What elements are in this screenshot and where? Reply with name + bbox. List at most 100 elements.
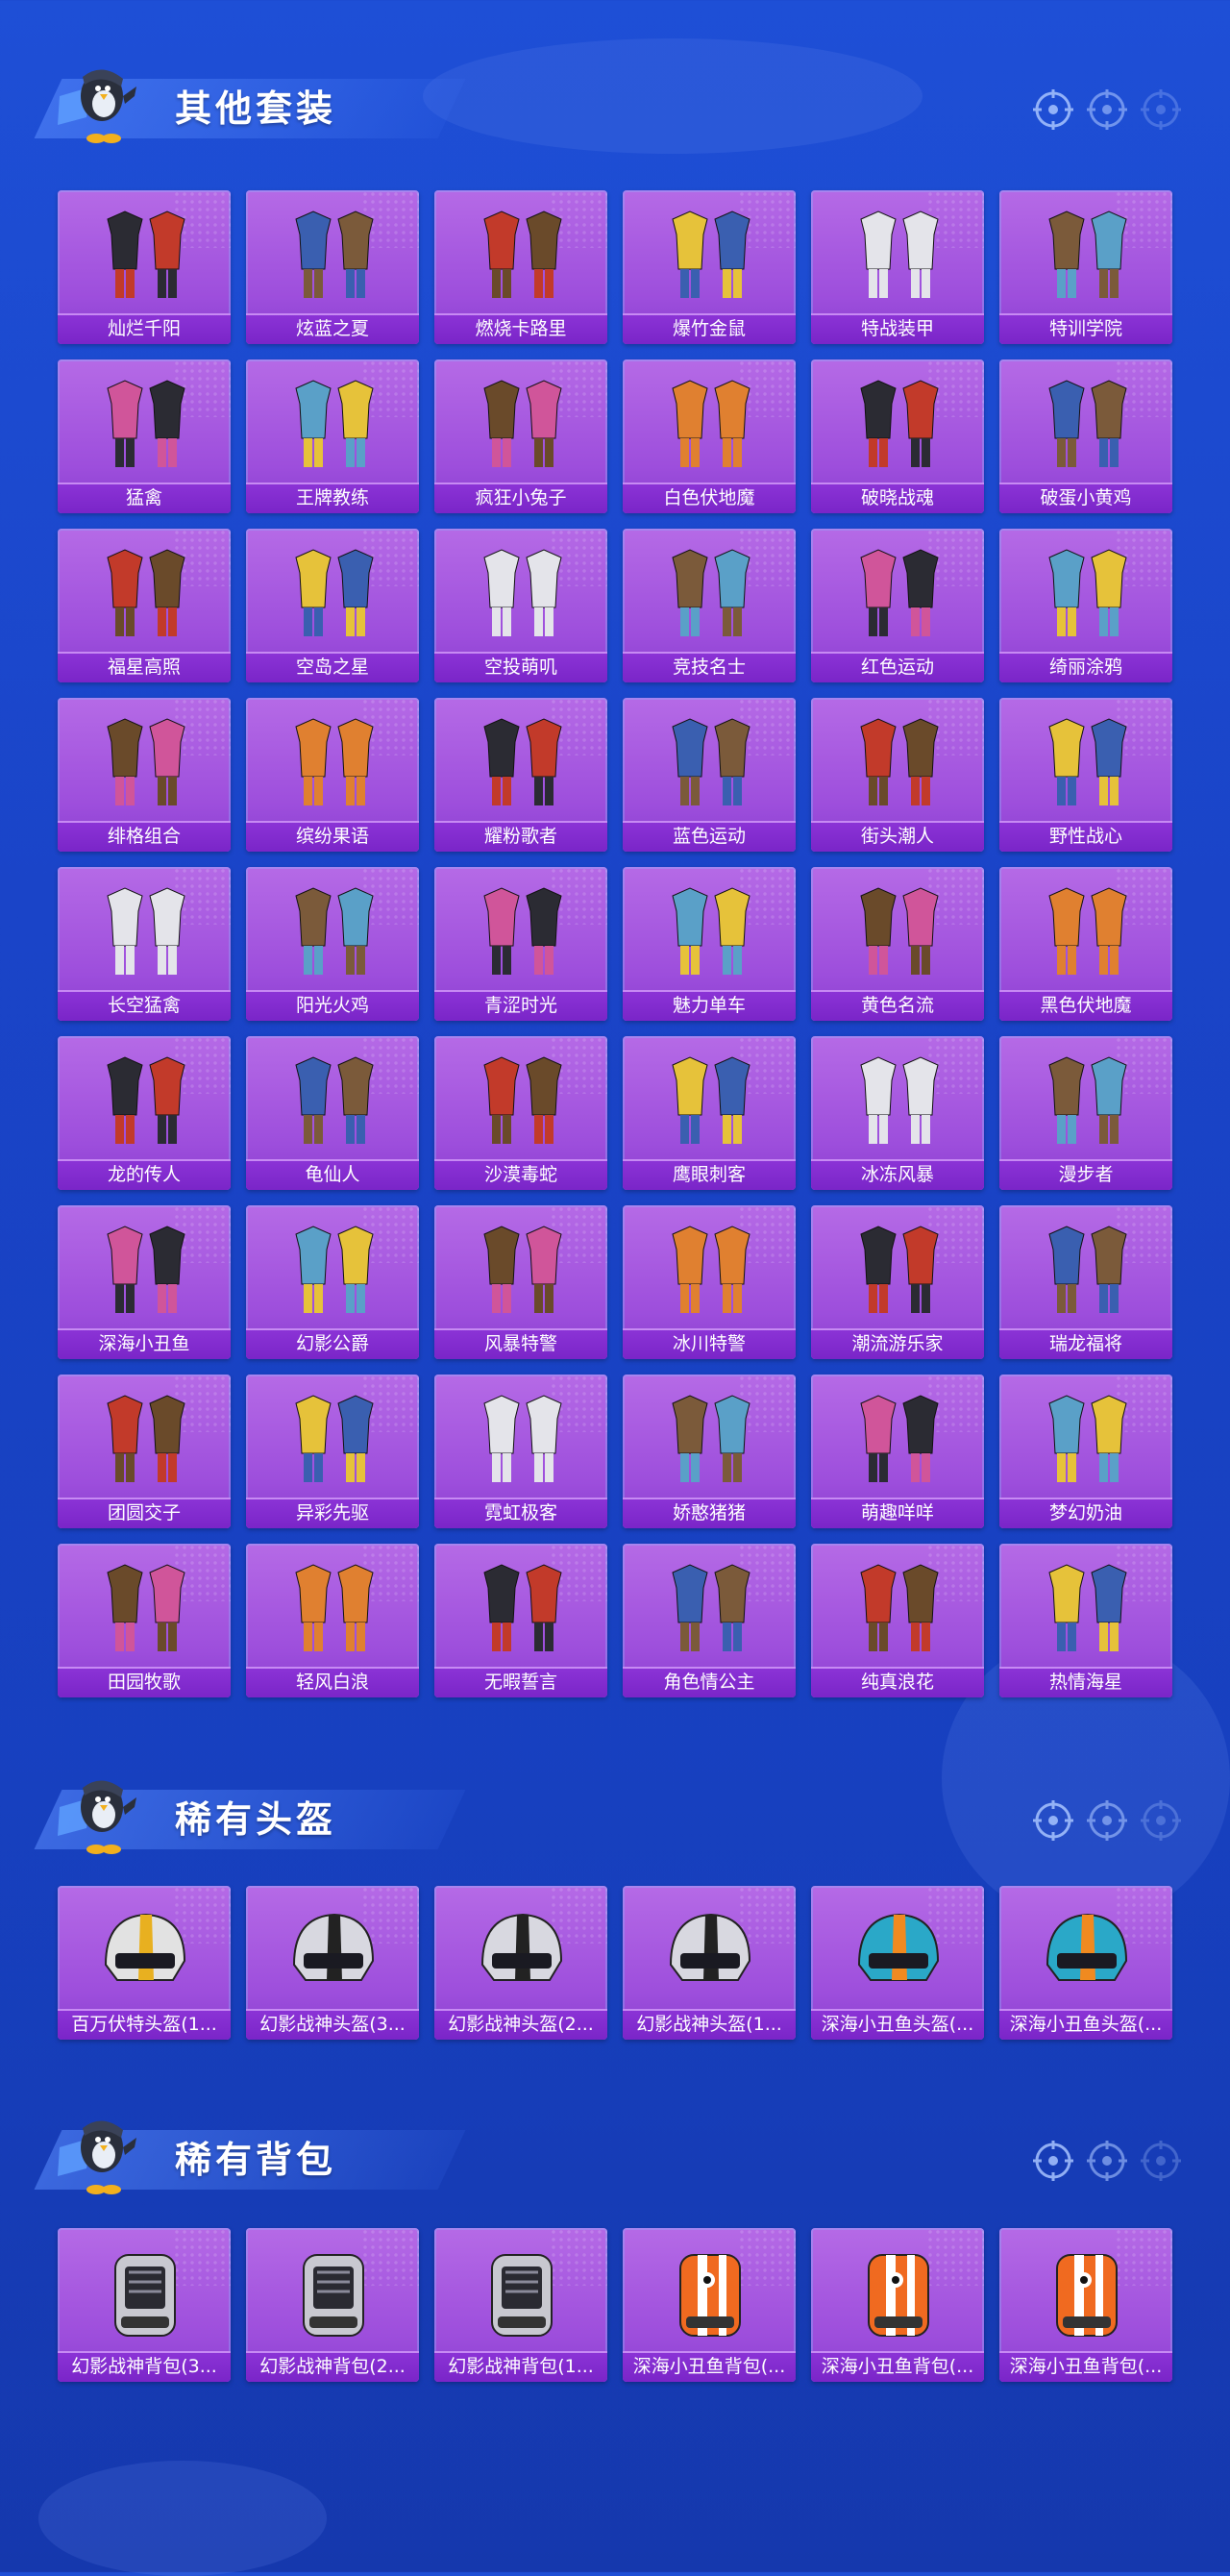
outfit-card[interactable]: 黄色名流 <box>811 867 984 1021</box>
helmet-name: 深海小丑鱼头盔(... <box>811 2009 984 2040</box>
helmet-card[interactable]: 幻影战神头盔(3... <box>246 1886 419 2040</box>
outfit-card[interactable]: 破晓战魂 <box>811 359 984 513</box>
backpack-card[interactable]: 幻影战神背包(1... <box>434 2228 607 2382</box>
outfit-card[interactable]: 龙的传人 <box>58 1036 231 1190</box>
outfit-card[interactable]: 风暴特警 <box>434 1205 607 1359</box>
outfit-card[interactable]: 热情海星 <box>999 1544 1172 1697</box>
outfit-card[interactable]: 幻影公爵 <box>246 1205 419 1359</box>
backpack-card[interactable]: 深海小丑鱼背包(... <box>811 2228 984 2382</box>
outfit-card[interactable]: 白色伏地魔 <box>623 359 796 513</box>
outfit-card[interactable]: 无暇誓言 <box>434 1544 607 1697</box>
outfit-icon <box>811 365 984 483</box>
backpack-icon <box>999 2234 1172 2351</box>
outfit-icon <box>246 1380 419 1498</box>
decoration-crosshairs <box>1032 2140 1182 2186</box>
outfit-card[interactable]: 阳光火鸡 <box>246 867 419 1021</box>
outfit-card[interactable]: 爆竹金鼠 <box>623 190 796 344</box>
outfit-card[interactable]: 蓝色运动 <box>623 698 796 852</box>
outfit-card[interactable]: 猛禽 <box>58 359 231 513</box>
outfit-name: 萌趣咩咩 <box>811 1498 984 1528</box>
backpack-card[interactable]: 幻影战神背包(3... <box>58 2228 231 2382</box>
outfit-name: 特战装甲 <box>811 313 984 344</box>
outfit-card[interactable]: 绮丽涂鸦 <box>999 529 1172 682</box>
outfit-card[interactable]: 冰冻风暴 <box>811 1036 984 1190</box>
outfit-card[interactable]: 燃烧卡路里 <box>434 190 607 344</box>
outfit-card[interactable]: 角色情公主 <box>623 1544 796 1697</box>
outfit-name: 无暇誓言 <box>434 1667 607 1697</box>
helmet-card[interactable]: 百万伏特头盔(1... <box>58 1886 231 2040</box>
outfit-card[interactable]: 绯格组合 <box>58 698 231 852</box>
outfit-card[interactable]: 轻风白浪 <box>246 1544 419 1697</box>
outfit-icon <box>999 196 1172 313</box>
outfit-card[interactable]: 异彩先驱 <box>246 1375 419 1528</box>
outfit-card[interactable]: 魅力单车 <box>623 867 796 1021</box>
outfit-card[interactable]: 空岛之星 <box>246 529 419 682</box>
helmet-card[interactable]: 深海小丑鱼头盔(... <box>811 1886 984 2040</box>
outfit-name: 缤纷果语 <box>246 821 419 852</box>
outfit-card[interactable]: 疯狂小兔子 <box>434 359 607 513</box>
outfit-card[interactable]: 青涩时光 <box>434 867 607 1021</box>
outfit-card[interactable]: 萌趣咩咩 <box>811 1375 984 1528</box>
backpack-card[interactable]: 深海小丑鱼背包(... <box>999 2228 1172 2382</box>
outfit-card[interactable]: 特战装甲 <box>811 190 984 344</box>
outfit-card[interactable]: 纯真浪花 <box>811 1544 984 1697</box>
outfit-card[interactable]: 红色运动 <box>811 529 984 682</box>
outfit-card[interactable]: 娇憨猪猪 <box>623 1375 796 1528</box>
outfit-card[interactable]: 龟仙人 <box>246 1036 419 1190</box>
outfit-name: 冰川特警 <box>623 1328 796 1359</box>
outfit-icon <box>434 873 607 990</box>
outfit-card[interactable]: 王牌教练 <box>246 359 419 513</box>
outfit-card[interactable]: 漫步者 <box>999 1036 1172 1190</box>
outfit-name: 特训学院 <box>999 313 1172 344</box>
helmet-name: 幻影战神头盔(2... <box>434 2009 607 2040</box>
outfit-name: 潮流游乐家 <box>811 1328 984 1359</box>
outfit-card[interactable]: 冰川特警 <box>623 1205 796 1359</box>
outfit-icon <box>623 704 796 821</box>
outfit-card[interactable]: 田园牧歌 <box>58 1544 231 1697</box>
outfit-card[interactable]: 缤纷果语 <box>246 698 419 852</box>
outfit-card[interactable]: 深海小丑鱼 <box>58 1205 231 1359</box>
outfit-card[interactable]: 特训学院 <box>999 190 1172 344</box>
helmet-icon <box>434 1892 607 2009</box>
crosshair-icon <box>1032 1799 1074 1845</box>
outfit-icon <box>811 534 984 652</box>
helmet-card[interactable]: 幻影战神头盔(1... <box>623 1886 796 2040</box>
outfit-card[interactable]: 霓虹极客 <box>434 1375 607 1528</box>
outfit-card[interactable]: 灿烂千阳 <box>58 190 231 344</box>
outfit-icon <box>999 873 1172 990</box>
outfit-card[interactable]: 炫蓝之夏 <box>246 190 419 344</box>
outfit-card[interactable]: 竞技名士 <box>623 529 796 682</box>
helmet-card[interactable]: 深海小丑鱼头盔(... <box>999 1886 1172 2040</box>
outfit-card[interactable]: 破蛋小黄鸡 <box>999 359 1172 513</box>
outfit-icon <box>623 534 796 652</box>
outfit-card[interactable]: 长空猛禽 <box>58 867 231 1021</box>
outfit-icon <box>434 196 607 313</box>
outfit-card[interactable]: 沙漠毒蛇 <box>434 1036 607 1190</box>
outfit-card[interactable]: 瑞龙福将 <box>999 1205 1172 1359</box>
outfit-card[interactable]: 空投萌叽 <box>434 529 607 682</box>
outfit-icon <box>58 534 231 652</box>
outfit-grid: 灿烂千阳 炫蓝之夏 燃烧卡路里 爆竹金鼠 特战装甲 特训学院 猛禽 王牌教练 疯… <box>58 190 1172 1697</box>
outfit-icon <box>434 534 607 652</box>
outfit-card[interactable]: 潮流游乐家 <box>811 1205 984 1359</box>
helmet-name: 幻影战神头盔(3... <box>246 2009 419 2040</box>
backpack-card[interactable]: 幻影战神背包(2... <box>246 2228 419 2382</box>
helmet-card[interactable]: 幻影战神头盔(2... <box>434 1886 607 2040</box>
section-title: 其他套装 <box>175 87 337 130</box>
outfit-name: 疯狂小兔子 <box>434 483 607 513</box>
backpack-card[interactable]: 深海小丑鱼背包(... <box>623 2228 796 2382</box>
outfit-card[interactable]: 野性战心 <box>999 698 1172 852</box>
outfit-card[interactable]: 团圆交子 <box>58 1375 231 1528</box>
outfit-card[interactable]: 福星高照 <box>58 529 231 682</box>
outfit-card[interactable]: 鹰眼刺客 <box>623 1036 796 1190</box>
outfit-card[interactable]: 黑色伏地魔 <box>999 867 1172 1021</box>
outfit-icon <box>246 534 419 652</box>
outfit-name: 耀粉歌者 <box>434 821 607 852</box>
outfit-card[interactable]: 街头潮人 <box>811 698 984 852</box>
outfit-icon <box>246 873 419 990</box>
helmet-name: 深海小丑鱼头盔(... <box>999 2009 1172 2040</box>
outfit-card[interactable]: 耀粉歌者 <box>434 698 607 852</box>
outfit-card[interactable]: 梦幻奶油 <box>999 1375 1172 1528</box>
helmet-grid: 百万伏特头盔(1... 幻影战神头盔(3... 幻影战神头盔(2... 幻影战神… <box>58 1886 1172 2040</box>
outfit-icon <box>999 704 1172 821</box>
